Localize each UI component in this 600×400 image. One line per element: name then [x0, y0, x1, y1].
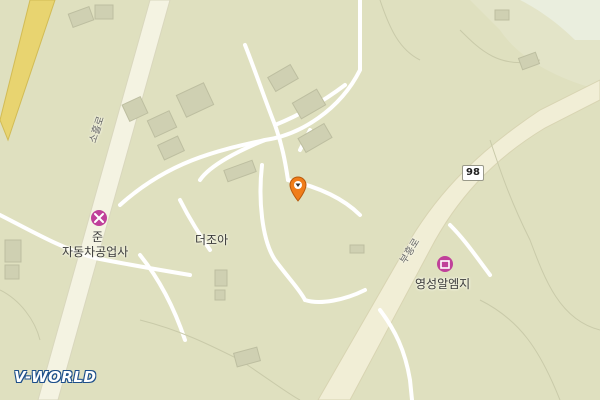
vworld-logo: V-WORLD	[14, 368, 97, 386]
building-poi-icon[interactable]	[437, 256, 453, 272]
car-repair-icon[interactable]	[91, 210, 107, 226]
poi-label-yeongseong: 영성알엠지	[415, 277, 471, 291]
poi-label-auto-repair: 자동차공업사	[62, 245, 129, 259]
wrench-icon	[94, 213, 104, 223]
location-pin-icon[interactable]	[288, 176, 308, 202]
store-icon	[440, 260, 450, 269]
place-label-dejoa: 더조아	[195, 233, 229, 247]
map-canvas[interactable]: 준 자동차공업사 더조아 영성알엠지 소흘로 부흥로 98 V-WORLD	[0, 0, 600, 400]
route-shield-98: 98	[462, 165, 484, 181]
